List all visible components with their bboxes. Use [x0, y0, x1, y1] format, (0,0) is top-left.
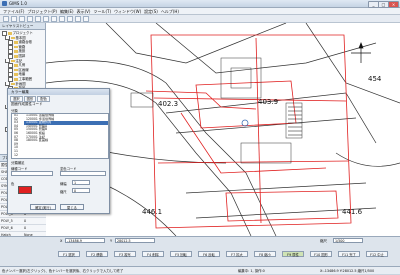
- ok-button[interactable]: 確定(実行): [30, 204, 56, 210]
- folder-icon: [14, 54, 18, 58]
- coord-x-value: -13486.9: [65, 238, 105, 243]
- code-listbox[interactable]: 01 02 03 04 05 06 07 08 09 10 11 12 110001 道路境界線 120…: [11, 113, 109, 159]
- menu-edit[interactable]: 編集(E): [60, 8, 74, 14]
- menu-tools[interactable]: ツール(T): [93, 8, 111, 14]
- color-label: 色: [11, 182, 15, 186]
- folder-icon: [14, 68, 18, 72]
- function-key-5[interactable]: F5 回転: [170, 251, 192, 257]
- folder-icon: [14, 50, 18, 53]
- scale-label: 縮尺: [60, 190, 67, 194]
- redo-icon[interactable]: [43, 16, 49, 22]
- folder-icon: [11, 59, 15, 63]
- line-code-input[interactable]: [11, 171, 53, 176]
- undo-icon[interactable]: [35, 16, 41, 22]
- folder-icon: [14, 45, 18, 49]
- app-icon: [2, 1, 7, 6]
- property-key: POLY_6: [1, 226, 13, 230]
- open-folder-icon[interactable]: [11, 16, 17, 22]
- map-label-3: 454: [368, 75, 382, 83]
- save-icon[interactable]: [19, 16, 25, 22]
- menu-settings[interactable]: 設定(S): [144, 8, 158, 14]
- toolbar: [0, 15, 400, 23]
- map-label-4: 446.1: [142, 208, 163, 216]
- coord-y-label: Y: [110, 239, 113, 243]
- property-key: POLY_5: [1, 219, 13, 223]
- function-key-4[interactable]: F4 削除: [142, 251, 164, 257]
- menu-project[interactable]: プロジェクト(P): [27, 8, 57, 14]
- color-edit-dialog: カラー編集 選択 図形 配色 図面作成属性コード 分類 01 02 03 04 05 06…: [7, 88, 110, 214]
- code-name-column: 110001 道路境界線 120001 歩道境界線 130001 建物外周 14000…: [24, 114, 108, 157]
- code-number[interactable]: 12: [12, 153, 24, 158]
- cursor-marker: [241, 119, 249, 127]
- pan-icon[interactable]: [67, 16, 73, 22]
- function-key-2[interactable]: F2 移動: [86, 251, 108, 257]
- bottom-bar: X -13486.9 Y 28012.5 縮尺 1/500 F1 選択 F2 移動…: [0, 236, 400, 266]
- zoom-in-icon[interactable]: [51, 16, 57, 22]
- title-bar: GIMS 1.0 _ □ ×: [0, 0, 400, 8]
- menu-help[interactable]: ヘルプ(H): [161, 8, 179, 14]
- folder-icon: [14, 77, 18, 81]
- section-label: 図面作成属性コード: [11, 102, 43, 106]
- function-key-6[interactable]: F6 反転: [198, 251, 220, 257]
- zoom-out-icon[interactable]: [59, 16, 65, 22]
- function-key-9[interactable]: F9 属性: [282, 251, 304, 257]
- select-icon[interactable]: [75, 16, 81, 22]
- width-label: 線幅: [60, 182, 67, 186]
- menu-view[interactable]: 表示(V): [77, 8, 91, 14]
- menu-bar: ファイル(F) プロジェクト(P) 編集(E) 表示(V) ツール(T) ウィン…: [0, 8, 400, 15]
- map-label-1: 402.3: [158, 100, 179, 108]
- new-file-icon[interactable]: [3, 16, 9, 22]
- coord-x-label: X: [60, 239, 63, 243]
- window-title: GIMS 1.0: [9, 1, 27, 6]
- function-key-1[interactable]: F1 選択: [58, 251, 80, 257]
- layer-panel-title: レイヤリストビュー: [0, 23, 45, 30]
- width-input[interactable]: 1: [72, 180, 90, 185]
- folder-icon: [14, 73, 18, 76]
- cancel-button[interactable]: 閉じる: [60, 204, 84, 210]
- function-key-10[interactable]: F10 図形: [310, 251, 332, 257]
- function-key-8[interactable]: F8 縮小: [254, 251, 276, 257]
- property-row[interactable]: POLY_6 0: [0, 225, 46, 232]
- folder-icon: [14, 41, 18, 44]
- property-value: 0: [24, 226, 27, 230]
- property-value: 0: [24, 219, 27, 223]
- status-bar: 色ナンバー選択(左クリック)、色ナンバーを選択後、右クリックで入力して終了 編集…: [0, 266, 400, 274]
- property-row[interactable]: POLY_5 0: [0, 218, 46, 225]
- map-label-5: 441.6: [342, 208, 363, 216]
- scale-readout[interactable]: 1/500: [333, 238, 363, 243]
- close-button[interactable]: ×: [388, 1, 399, 8]
- function-key-11[interactable]: F11 完了: [338, 251, 360, 257]
- color-swatch[interactable]: [18, 186, 32, 194]
- folder-icon: [11, 82, 15, 86]
- folder-icon: [8, 32, 12, 35]
- scale-input[interactable]: 0: [72, 188, 90, 193]
- status-message: 色ナンバー選択(左クリック)、色ナンバーを選択後、右クリックで入力して終了: [2, 269, 124, 273]
- code-number-column: 01 02 03 04 05 06 07 08 09 10 11 12: [12, 114, 24, 157]
- menu-file[interactable]: ファイル(F): [3, 8, 24, 14]
- scale-readout-label: 縮尺: [320, 239, 327, 243]
- print-icon[interactable]: [27, 16, 33, 22]
- coord-y-value: 28012.5: [115, 238, 155, 243]
- fill-code-input[interactable]: [60, 171, 106, 176]
- code-entry[interactable]: 180001 区画線: [24, 139, 108, 143]
- measure-icon[interactable]: [83, 16, 89, 22]
- folder-icon: [11, 36, 15, 40]
- menu-window[interactable]: ウィンドウ(W): [114, 8, 141, 14]
- function-key-7[interactable]: F7 拡大: [226, 251, 248, 257]
- sub-label: 分類補足: [11, 161, 25, 165]
- north-arrow-icon: [351, 42, 371, 63]
- folder-icon: [14, 64, 18, 67]
- map-label-2: 403.9: [258, 98, 279, 106]
- function-key-12[interactable]: F12 中止: [366, 251, 388, 257]
- function-key-3[interactable]: F3 複写: [114, 251, 136, 257]
